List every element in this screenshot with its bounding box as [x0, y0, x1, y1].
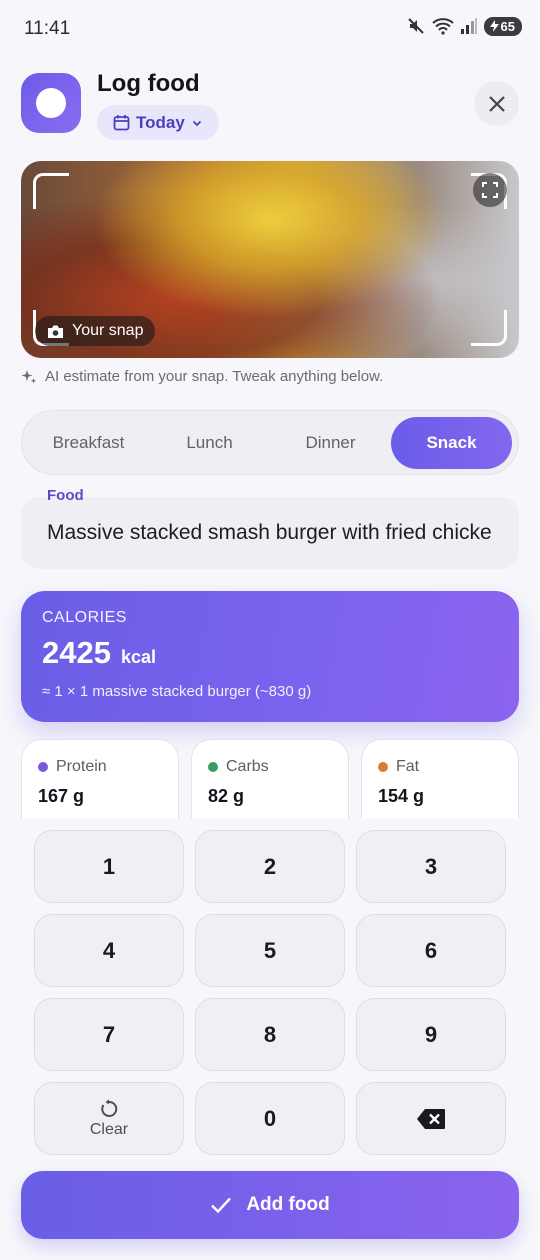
key-8[interactable]: 8	[195, 998, 345, 1071]
status-icons: 65	[406, 16, 522, 36]
add-food-button[interactable]: Add food	[21, 1171, 519, 1239]
app-logo	[21, 73, 81, 133]
close-icon	[488, 95, 505, 112]
macro-header: Protein	[38, 758, 162, 776]
carbs-dot	[208, 762, 218, 772]
fat-dot	[378, 762, 388, 772]
food-name-input[interactable]: Massive stacked smash burger with fried …	[21, 497, 519, 569]
check-icon	[211, 1197, 232, 1214]
food-photo[interactable]: Your snap	[21, 161, 519, 358]
calories-unit: kcal	[120, 647, 157, 667]
date-selector[interactable]: Today	[97, 105, 219, 140]
tab-dinner[interactable]: Dinner	[270, 417, 391, 469]
backspace-icon	[417, 1108, 445, 1129]
snap-badge-label: Your snap	[72, 322, 144, 339]
battery-indicator: 65	[483, 16, 522, 36]
macro-header: Carbs	[208, 758, 332, 776]
macro-carbs[interactable]: Carbs 82 g	[191, 739, 349, 819]
charging-icon	[489, 20, 499, 32]
key-5[interactable]: 5	[195, 914, 345, 987]
backspace-button[interactable]	[356, 1082, 506, 1155]
key-3[interactable]: 3	[356, 830, 506, 903]
close-button[interactable]	[474, 81, 519, 126]
frame-corner	[471, 310, 507, 346]
clear-label: Clear	[89, 1120, 129, 1138]
macro-label: Fat	[396, 758, 420, 775]
numeric-keypad: 1 2 3 4 5 6 7 8 9 Clear 0	[34, 830, 506, 1155]
meal-type-selector: Breakfast Lunch Dinner Snack	[21, 410, 519, 475]
date-label: Today	[136, 112, 185, 132]
macro-fat[interactable]: Fat 154 g	[361, 739, 519, 819]
calories-card: CALORIES 2425 kcal ≈ 1 × 1 massive stack…	[21, 591, 519, 722]
calendar-icon	[113, 115, 130, 131]
macro-label: Protein	[56, 758, 107, 775]
food-name-value: Massive stacked smash burger with fried …	[47, 521, 493, 544]
macro-value: 167 g	[38, 786, 85, 806]
header: Log food Today	[0, 60, 540, 150]
signal-icon	[460, 18, 477, 34]
clear-button[interactable]: Clear	[34, 1082, 184, 1155]
key-6[interactable]: 6	[356, 914, 506, 987]
calories-value-row: 2425 kcal	[42, 635, 498, 671]
key-9[interactable]: 9	[356, 998, 506, 1071]
camera-icon	[48, 325, 63, 338]
macro-protein[interactable]: Protein 167 g	[21, 739, 179, 819]
ai-note-text: AI estimate from your snap. Tweak anythi…	[45, 368, 384, 385]
macros-row: Protein 167 g Carbs 82 g Fat 154 g	[21, 739, 519, 819]
reset-icon	[101, 1099, 118, 1117]
status-time: 11:41	[24, 18, 71, 39]
frame-corner	[33, 173, 69, 209]
tab-lunch[interactable]: Lunch	[149, 417, 270, 469]
key-7[interactable]: 7	[34, 998, 184, 1071]
macro-value: 154 g	[378, 786, 425, 806]
ai-estimate-note: AI estimate from your snap. Tweak anythi…	[21, 368, 383, 385]
sparkle-icon	[21, 369, 37, 384]
key-0[interactable]: 0	[195, 1082, 345, 1155]
portion-estimate: ≈ 1 × 1 massive stacked burger (~830 g)	[42, 683, 312, 700]
key-2[interactable]: 2	[195, 830, 345, 903]
mute-icon	[407, 18, 424, 34]
wifi-icon	[431, 18, 454, 35]
page-title: Log food	[97, 70, 200, 97]
expand-photo-button[interactable]	[473, 173, 507, 207]
expand-icon	[482, 182, 498, 198]
protein-dot	[38, 762, 48, 772]
tab-snack[interactable]: Snack	[391, 416, 512, 469]
calories-value[interactable]: 2425	[42, 635, 111, 671]
key-1[interactable]: 1	[34, 830, 184, 903]
macro-value: 82 g	[208, 786, 245, 806]
key-4[interactable]: 4	[34, 914, 184, 987]
chevron-down-icon	[192, 120, 201, 126]
calories-label: CALORIES	[42, 609, 127, 626]
status-bar: 11:41 65	[0, 0, 540, 58]
snap-badge: Your snap	[35, 316, 156, 346]
food-field-label: Food	[47, 487, 84, 504]
tab-breakfast[interactable]: Breakfast	[28, 417, 149, 469]
macro-header: Fat	[378, 758, 502, 776]
add-food-label: Add food	[246, 1194, 330, 1215]
macro-label: Carbs	[226, 758, 269, 775]
battery-level: 65	[500, 18, 515, 34]
